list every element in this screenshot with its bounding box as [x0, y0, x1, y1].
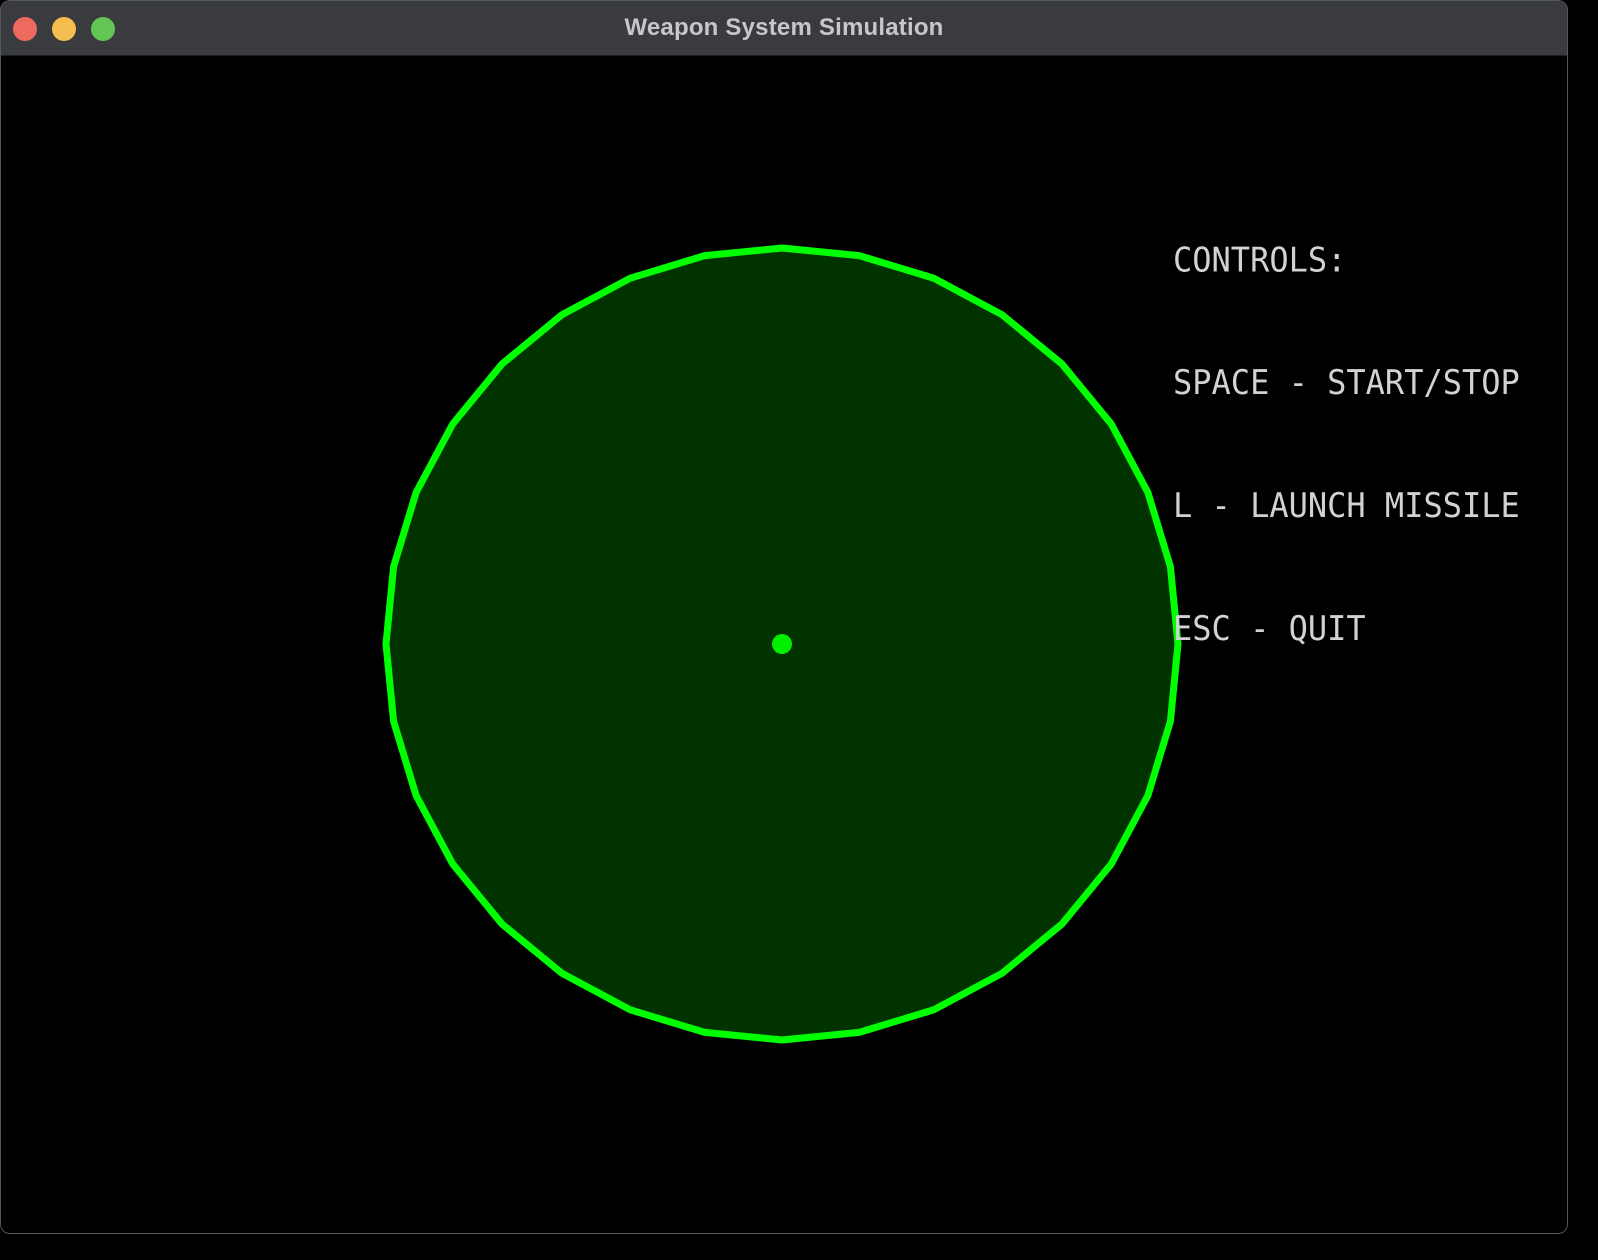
radar-center-dot [772, 634, 792, 654]
controls-panel: CONTROLS: SPACE - START/STOP L - LAUNCH … [1173, 158, 1567, 731]
controls-heading: CONTROLS: [1173, 239, 1347, 280]
control-line-escape: ESC - QUIT [1173, 608, 1366, 649]
simulation-canvas[interactable]: CONTROLS: SPACE - START/STOP L - LAUNCH … [1, 56, 1567, 1233]
control-line-space: SPACE - START/STOP [1173, 362, 1520, 403]
control-line-launch: L - LAUNCH MISSILE [1173, 485, 1520, 526]
window-title: Weapon System Simulation [624, 14, 944, 41]
app-window: Weapon System Simulation CONTROLS: SPACE… [0, 0, 1568, 1234]
title-bar[interactable]: Weapon System Simulation [1, 1, 1567, 56]
